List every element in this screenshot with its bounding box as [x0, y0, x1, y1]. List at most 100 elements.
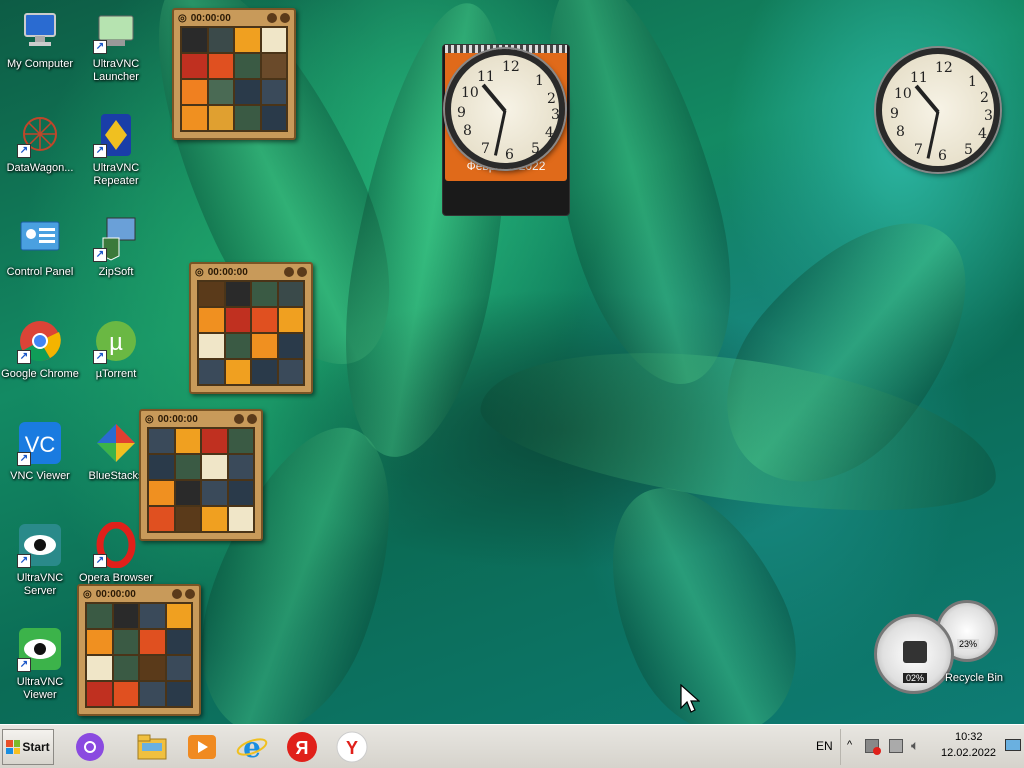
language-indicator[interactable]: EN: [816, 739, 833, 753]
utorrent-icon: µ ↗: [93, 318, 139, 364]
shortcut-arrow-icon: ↗: [17, 144, 31, 158]
start-button[interactable]: Start: [2, 729, 54, 765]
desktop-icon-label: ZipSoft: [98, 266, 134, 278]
puzzle-menu-icon[interactable]: ◎: [178, 13, 187, 24]
shortcut-arrow-icon: ↗: [17, 554, 31, 568]
puzzle-grid[interactable]: [85, 602, 193, 708]
puzzle-menu-icon[interactable]: ◎: [145, 414, 154, 425]
desktop-icon-vnc-viewer[interactable]: VC ↗ VNC Viewer: [0, 420, 80, 483]
puzzle-grid[interactable]: [147, 427, 255, 533]
analog-clock: 12 1 2 3 4 5 6 7 8 9 10 11: [445, 49, 565, 169]
opera-browser-icon: ↗: [93, 521, 139, 569]
media-player-icon[interactable]: [186, 731, 218, 763]
puzzle-timer: 00:00:00: [190, 12, 231, 24]
cpu-value: 02%: [903, 673, 928, 683]
puzzle-gadget[interactable]: ◎ 00:00:00: [172, 8, 296, 140]
desktop-icon-label: UltraVNC Repeater: [92, 162, 140, 187]
google-chrome-icon: ↗: [17, 318, 63, 364]
mouse-cursor-icon: [680, 684, 700, 713]
help-icon[interactable]: [267, 13, 277, 23]
puzzle-menu-icon[interactable]: ◎: [195, 267, 204, 278]
desktop-icon-zipsoft[interactable]: ↗ ZipSoft: [76, 216, 156, 279]
desktop-icon-datawagon[interactable]: ↗ DataWagon...: [0, 112, 80, 175]
notification-area: ^ 🔈︎ 10:32 12.02.2022: [840, 729, 1024, 765]
help-icon[interactable]: [172, 589, 182, 599]
desktop-icon-recycle-bin[interactable]: Recycle Bin: [934, 628, 1014, 685]
shortcut-arrow-icon: ↗: [93, 554, 107, 568]
desktop-icon-ultravnc-server[interactable]: ↗ UltraVNC Server: [0, 522, 80, 598]
puzzle-timer: 00:00:00: [207, 266, 248, 278]
datawagon-icon: ↗: [17, 112, 63, 158]
puzzle-timer: 00:00:00: [95, 588, 136, 600]
svg-text:µ: µ: [109, 329, 123, 356]
shortcut-arrow-icon: ↗: [93, 144, 107, 158]
control-panel-icon: [17, 216, 63, 262]
windows-logo-icon: [6, 740, 21, 754]
shortcut-arrow-icon: ↗: [17, 452, 31, 466]
shortcut-arrow-icon: ↗: [17, 350, 31, 364]
hour-hand: [481, 83, 507, 113]
desktop-icon-label: µTorrent: [95, 368, 137, 380]
my-computer-icon: [17, 8, 63, 54]
start-label: Start: [22, 740, 50, 754]
desktop-icon-control-panel[interactable]: Control Panel: [0, 216, 80, 279]
puzzle-gadget[interactable]: ◎ 00:00:00: [77, 584, 201, 716]
analog-clock[interactable]: 12 1 2 3 4 5 6 7 8 9 10 11: [876, 48, 1000, 172]
shuffle-icon[interactable]: [297, 267, 307, 277]
clock-date[interactable]: 12.02.2022: [941, 747, 996, 759]
shuffle-icon[interactable]: [185, 589, 195, 599]
svg-text:Y: Y: [346, 738, 358, 758]
show-desktop-icon[interactable]: [1005, 739, 1021, 751]
help-icon[interactable]: [284, 267, 294, 277]
desktop-icon-google-chrome[interactable]: ↗ Google Chrome: [0, 318, 80, 381]
desktop-icon-utorrent[interactable]: µ ↗ µTorrent: [76, 318, 156, 381]
taskbar: Start e Я Y EN ^ 🔈︎ 10:32 12.02.2022: [0, 724, 1024, 768]
desktop-icon-label: Google Chrome: [1, 368, 79, 380]
desktop-icon-ultravnc-repeater[interactable]: ↗ UltraVNC Repeater: [76, 112, 156, 188]
action-center-icon[interactable]: [865, 739, 881, 755]
puzzle-gadget[interactable]: ◎ 00:00:00: [189, 262, 313, 394]
calendar-clock-gadget[interactable]: Февраль 2022 121234567891011: [442, 44, 570, 216]
svg-text:Я: Я: [296, 738, 309, 758]
shortcut-arrow-icon: ↗: [93, 248, 107, 262]
desktop-icon-ultravnc-viewer[interactable]: ↗ UltraVNC Viewer: [0, 626, 80, 702]
desktop-icon-my-computer[interactable]: My Computer: [0, 8, 80, 71]
desktop-icon-label: Control Panel: [6, 266, 74, 278]
shuffle-icon[interactable]: [247, 414, 257, 424]
network-icon[interactable]: [889, 739, 903, 753]
desktop-icon-label: VNC Viewer: [10, 470, 70, 482]
puzzle-gadget[interactable]: ◎ 00:00:00: [139, 409, 263, 541]
puzzle-timer: 00:00:00: [157, 413, 198, 425]
puzzle-menu-icon[interactable]: ◎: [83, 589, 92, 600]
hour-hand: [914, 84, 940, 114]
desktop-icon-label: UltraVNC Server: [16, 572, 64, 597]
shortcut-arrow-icon: ↗: [93, 40, 107, 54]
alice-assistant-icon[interactable]: [74, 731, 106, 763]
desktop-icon-label: DataWagon...: [6, 162, 74, 174]
puzzle-grid[interactable]: [197, 280, 305, 386]
desktop-icon-label: Recycle Bin: [944, 672, 1004, 684]
help-icon[interactable]: [234, 414, 244, 424]
puzzle-grid[interactable]: [180, 26, 288, 132]
yandex-icon[interactable]: Y: [336, 731, 368, 763]
desktop-icon-label: My Computer: [6, 58, 74, 70]
clock-time[interactable]: 10:32: [955, 731, 983, 743]
bluestacks-icon: [93, 420, 139, 466]
desktop-icon-label: UltraVNC Viewer: [16, 676, 64, 701]
internet-explorer-icon[interactable]: e: [236, 731, 268, 763]
desktop-icon-label: UltraVNC Launcher: [92, 58, 140, 83]
file-explorer-icon[interactable]: [136, 731, 168, 763]
ultravnc-launcher-icon: ↗: [93, 8, 139, 54]
vnc-viewer-icon: VC ↗: [17, 420, 63, 466]
desktop-icon-ultravnc-launcher[interactable]: ↗ UltraVNC Launcher: [76, 8, 156, 84]
svg-text:e: e: [243, 731, 261, 763]
yandex-browser-icon[interactable]: Я: [286, 731, 318, 763]
shortcut-arrow-icon: ↗: [17, 658, 31, 672]
volume-icon[interactable]: 🔈︎: [911, 737, 919, 754]
ultravnc-server-icon: ↗: [17, 522, 63, 568]
recycle-bin-icon: [951, 628, 997, 668]
show-hidden-icons-icon[interactable]: ^: [847, 739, 852, 751]
zipsoft-icon: ↗: [93, 216, 139, 262]
ultravnc-viewer-icon: ↗: [17, 626, 63, 672]
shuffle-icon[interactable]: [280, 13, 290, 23]
